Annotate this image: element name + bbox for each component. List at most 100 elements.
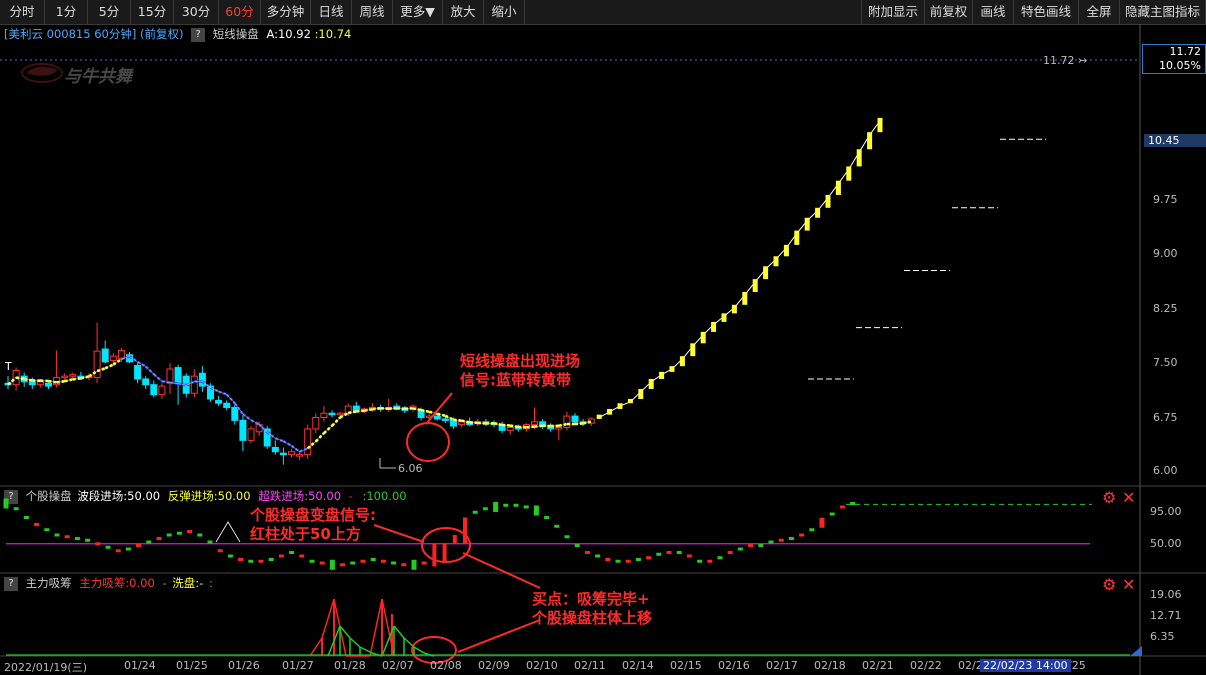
panel2-mark: [768, 540, 774, 544]
candle-body: [134, 364, 142, 380]
panel2-mark: [391, 561, 397, 565]
date-label-8: 02/09: [478, 659, 510, 672]
surge-candle: [773, 256, 779, 267]
surge-line: [598, 120, 881, 418]
panel3-red-line: [309, 637, 323, 657]
price-tick-5: 6.75: [1153, 411, 1178, 424]
price-axis-top-box: 11.72 10.05%: [1142, 44, 1206, 74]
panel2-mark: [686, 554, 692, 558]
panel2-mark: [584, 551, 590, 554]
candle-body: [231, 407, 239, 421]
panel2-mark: [238, 558, 244, 561]
surge-candle: [711, 321, 717, 332]
annotation-turn-line2: 红柱处于50上方: [250, 525, 361, 543]
candle-body: [312, 417, 320, 430]
panel2-mark: [748, 544, 754, 547]
panel2-mark: [554, 524, 560, 528]
candle-body: [279, 452, 287, 456]
panel2-mark: [656, 552, 662, 556]
annotation-buy-line1: 买点：吸筹完毕+: [532, 590, 650, 608]
candle-body: [433, 415, 441, 420]
candle-body: [61, 375, 69, 379]
panel2-mark: [278, 554, 284, 558]
panel3-green-line: [393, 625, 405, 639]
panel2-mark: [74, 537, 80, 540]
panel2-mark: [493, 502, 499, 512]
panel2-mark: [146, 540, 152, 544]
panel2-turn-bar: [463, 517, 467, 544]
panel2-mark: [258, 559, 264, 563]
panel2-mark: [615, 559, 621, 563]
price-tick-4: 7.50: [1153, 356, 1178, 369]
buy-pointer-a: [462, 552, 541, 589]
panel3-green-line: [403, 637, 415, 648]
panel2-mark: [737, 547, 743, 551]
panel2-mark: [13, 507, 19, 511]
panel2-mark: [635, 558, 641, 561]
panel2-mark: [564, 535, 570, 539]
surge-candle: [596, 414, 602, 419]
annotation-buy-point: 买点：吸筹完毕+ 个股操盘柱体上移: [532, 590, 652, 628]
panel2-mark: [44, 528, 50, 532]
top-pct-label: 10.05%: [1159, 59, 1201, 72]
panel2-mark: [809, 528, 815, 532]
surge-candle: [617, 403, 623, 409]
candle-body: [296, 454, 304, 457]
surge-candle: [856, 149, 862, 167]
panel2-mark: [125, 547, 131, 551]
surge-candle: [627, 398, 633, 404]
panel2-mark: [503, 503, 509, 507]
cursor-date-label: 22/02/23 14:00: [980, 659, 1071, 672]
panel2-mark: [319, 561, 325, 565]
panel2-mark: [176, 531, 182, 535]
surge-candle: [659, 371, 665, 379]
panel2-mark: [513, 503, 519, 507]
panel3-tick-1: 12.71: [1150, 609, 1182, 622]
candle-body: [142, 378, 150, 386]
panel2-mark: [289, 551, 295, 554]
panel2-mark: [370, 558, 376, 561]
surge-candle: [877, 117, 883, 133]
candle-body: [320, 412, 328, 419]
panel2-tick-1: 50.00: [1150, 537, 1182, 550]
candle-body: [69, 374, 77, 377]
surge-candle: [763, 266, 769, 280]
candle-body: [571, 415, 579, 423]
annotation-entry-line1: 短线操盘出现进场: [460, 352, 581, 370]
price-tick-3: 8.25: [1153, 302, 1178, 315]
date-label-11: 02/14: [622, 659, 654, 672]
date-label-17: 02/22: [910, 659, 942, 672]
surge-candle: [638, 388, 644, 399]
panel2-mark: [207, 540, 213, 544]
candle-body: [441, 418, 449, 421]
surge-candle: [825, 194, 831, 208]
price-tick-1: 9.75: [1153, 193, 1178, 206]
annotation-entry-signal: 短线操盘出现进场 信号:蓝带转黄带: [460, 352, 580, 390]
surge-candle: [648, 378, 654, 389]
panel2-mark: [707, 559, 713, 563]
panel2-mark: [574, 544, 580, 547]
panel2-tick-0: 95.00: [1150, 505, 1182, 518]
panel2-mark: [350, 561, 356, 565]
panel2-mark: [421, 561, 427, 565]
panel2-mark: [105, 545, 111, 549]
surge-candle: [742, 291, 748, 305]
date-label-5: 01/28: [334, 659, 366, 672]
panel2-mark: [248, 559, 254, 563]
panel2-mark: [788, 537, 794, 540]
candle-body: [36, 381, 44, 386]
date-label-4: 01/27: [282, 659, 314, 672]
panel2-mark: [829, 512, 835, 516]
date-label-10: 02/11: [574, 659, 606, 672]
date-label-7: 02/08: [430, 659, 462, 672]
panel2-mark: [166, 533, 172, 537]
panel2-mark: [625, 559, 631, 563]
candle-body: [271, 446, 279, 453]
date-label-3: 01/26: [228, 659, 260, 672]
panel2-mark: [217, 549, 223, 553]
panel2-mark: [401, 563, 407, 567]
panel2-mark: [268, 558, 274, 561]
panel2-mark: [799, 533, 805, 537]
panel3-green-line: [413, 646, 425, 654]
date-label-0: 2022/01/19(三): [4, 661, 87, 674]
